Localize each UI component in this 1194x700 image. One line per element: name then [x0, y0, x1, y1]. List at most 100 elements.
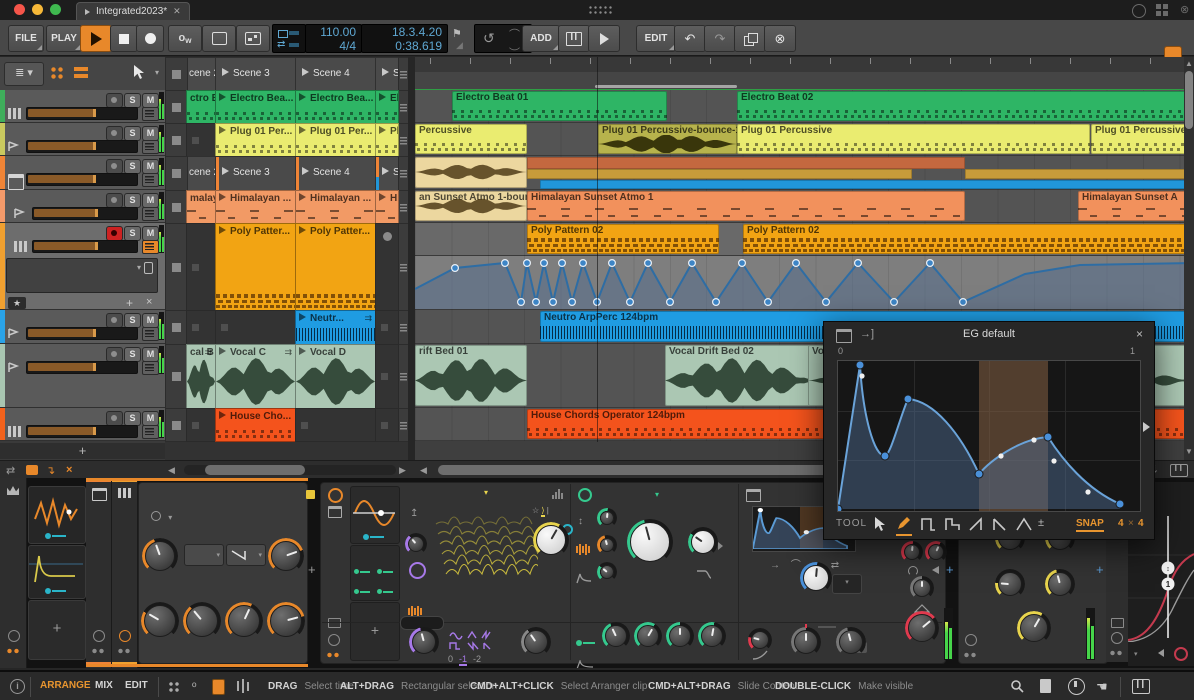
record-arm-button[interactable] — [106, 313, 123, 328]
track-menu-button[interactable] — [142, 140, 159, 154]
launcher-clip[interactable]: Himalayan ... — [295, 190, 376, 224]
launcher-clip[interactable]: House Cho... — [215, 408, 296, 442]
position-time-value[interactable]: 0:38.619 — [362, 39, 447, 53]
filter-type-selector[interactable]: ▾ — [592, 488, 722, 500]
arranger-clip[interactable]: Himalayan Sunset Atmo 1 — [527, 191, 965, 221]
arranger-clip[interactable]: Plug 01 Percussive — [737, 124, 1090, 154]
clip-stop-button[interactable] — [165, 223, 188, 311]
feg-knob-s[interactable] — [666, 622, 694, 650]
clip-stop-button[interactable] — [165, 190, 188, 224]
ruler-time-row[interactable] — [415, 57, 1194, 73]
touch-cursor-icon[interactable]: ☚ — [1096, 679, 1108, 695]
remote-knob-velsens[interactable] — [225, 602, 263, 640]
list-view-icon[interactable] — [74, 66, 88, 79]
noise-level-knob[interactable] — [521, 627, 551, 657]
play-menu-button[interactable]: PLAY — [46, 25, 82, 52]
duplicate-button[interactable] — [734, 25, 766, 52]
envelope-curve[interactable] — [833, 360, 1140, 514]
empty-clip-slot[interactable] — [375, 344, 399, 409]
launcher-scroll-left[interactable]: ◀ — [168, 465, 175, 476]
wavetable-mod-knob[interactable] — [405, 533, 427, 555]
snap-grid-a[interactable]: 4 — [1118, 518, 1124, 529]
drive-icon[interactable]: ↕ — [578, 516, 583, 527]
modulation-dots-icon[interactable] — [1109, 650, 1123, 656]
info-icon[interactable]: i — [10, 679, 25, 694]
timeline-clock-icon[interactable] — [119, 630, 131, 642]
timeline-clock-icon[interactable] — [965, 634, 977, 646]
delete-button[interactable]: ⊗ — [764, 25, 796, 52]
arranger-clip[interactable]: an Sunset Atmo 1-bounce-1 — [415, 191, 527, 221]
track-menu-button[interactable] — [142, 173, 159, 187]
velocity-depth-knob[interactable] — [910, 576, 934, 600]
filter-env-knob[interactable] — [597, 562, 617, 582]
scroll-thumb[interactable] — [1185, 71, 1193, 129]
track-header[interactable]: S M ▾ ★ + × — [0, 223, 165, 310]
fade-out-icon[interactable]: ⌒ — [509, 37, 520, 53]
remote-page-icon[interactable] — [328, 618, 341, 628]
insert-device-plus[interactable]: + — [1096, 562, 1104, 577]
headphone-icon[interactable] — [908, 566, 918, 576]
empty-clip-slot[interactable] — [186, 310, 216, 345]
eq-channel-select[interactable]: ▾ — [1134, 648, 1138, 659]
add-modulator-button[interactable]: + — [28, 600, 86, 660]
keytrack-arrow-icon[interactable]: ↥ — [410, 508, 418, 519]
record-arm-button[interactable] — [106, 93, 123, 108]
track-name[interactable] — [10, 125, 102, 138]
record-arm-button[interactable] — [106, 226, 123, 241]
chevron-down-icon[interactable]: ▾ — [137, 263, 141, 272]
clip-stop-button[interactable] — [165, 156, 188, 191]
track-header[interactable]: SM — [0, 156, 165, 190]
sub-waveform-selector[interactable] — [448, 629, 496, 652]
record-button[interactable] — [136, 25, 164, 52]
edit-menu-button[interactable]: EDIT — [636, 25, 676, 52]
undo-button[interactable]: ↶ — [674, 25, 706, 52]
oscillator-type-selector[interactable]: ▾ — [402, 486, 570, 502]
panel-divider[interactable] — [408, 57, 415, 460]
record-arm-button[interactable] — [106, 347, 123, 362]
track-menu-button[interactable] — [142, 361, 159, 375]
scene-header-cell[interactable]: Scene 3 — [215, 156, 296, 191]
plusminus-tool-icon[interactable]: ± — [1038, 517, 1044, 529]
clip-stop-button[interactable] — [165, 310, 188, 345]
sub-octave-option[interactable]: 0 — [448, 654, 453, 664]
arranger-clip[interactable]: Plug 01 Percussive — [1091, 124, 1194, 154]
grid-view-icon[interactable] — [50, 66, 64, 79]
position-bars-value[interactable]: 18.3.4.20 — [362, 25, 447, 39]
scene-name[interactable]: Scene 4 — [302, 68, 350, 81]
redo-button[interactable]: ↷ — [704, 25, 736, 52]
snap-grid-b[interactable]: 4 — [1138, 518, 1144, 529]
launcher-clip[interactable]: malayan ... — [186, 190, 216, 224]
mute-button[interactable]: M — [142, 93, 159, 108]
scene-header-cell[interactable]: cene 2 — [186, 57, 216, 91]
arranger-clip[interactable] — [415, 157, 527, 188]
snap-link-icon[interactable]: º — [192, 680, 196, 694]
empty-clip-slot[interactable] — [295, 408, 376, 442]
launcher-clip[interactable]: Plug 01 Per... — [295, 123, 376, 157]
scene-name[interactable]: Scen — [382, 167, 398, 180]
mute-button[interactable]: M — [142, 226, 159, 241]
volume-slider[interactable] — [32, 240, 138, 253]
play-button[interactable] — [80, 25, 112, 52]
scene-header-cell[interactable]: cene 2 — [186, 156, 216, 191]
scroll-up-arrow[interactable]: ▲ — [1185, 59, 1193, 68]
solo-button[interactable]: S — [124, 159, 141, 174]
volume-slider[interactable] — [26, 361, 138, 374]
solo-button[interactable]: S — [124, 126, 141, 141]
performance-icon[interactable] — [1132, 4, 1146, 18]
arranger-vertical-scrollbar[interactable]: ▲ ▼ — [1184, 57, 1194, 460]
search-icon[interactable] — [1010, 679, 1024, 693]
scene-header-cell[interactable]: Scen — [375, 156, 399, 191]
keyboard-view-icon[interactable] — [1170, 464, 1188, 477]
modulation-dots-icon[interactable] — [91, 648, 105, 654]
follow-flow-icon[interactable]: ↴ — [46, 464, 55, 477]
track-menu-button[interactable] — [142, 240, 159, 254]
close-popup-icon[interactable]: × — [1136, 327, 1143, 341]
folder-icon[interactable] — [746, 489, 761, 502]
scene-header-cell[interactable]: Scene 4 — [295, 156, 376, 191]
time-signature-value[interactable]: 4/4 — [306, 39, 361, 53]
arranger-clip[interactable]: Electro Beat 01 — [452, 91, 667, 121]
mod-wheel-modulator[interactable] — [350, 486, 400, 544]
feg-knob-r[interactable] — [698, 622, 726, 650]
mute-button[interactable]: M — [142, 126, 159, 141]
document-icon[interactable] — [1040, 679, 1051, 693]
